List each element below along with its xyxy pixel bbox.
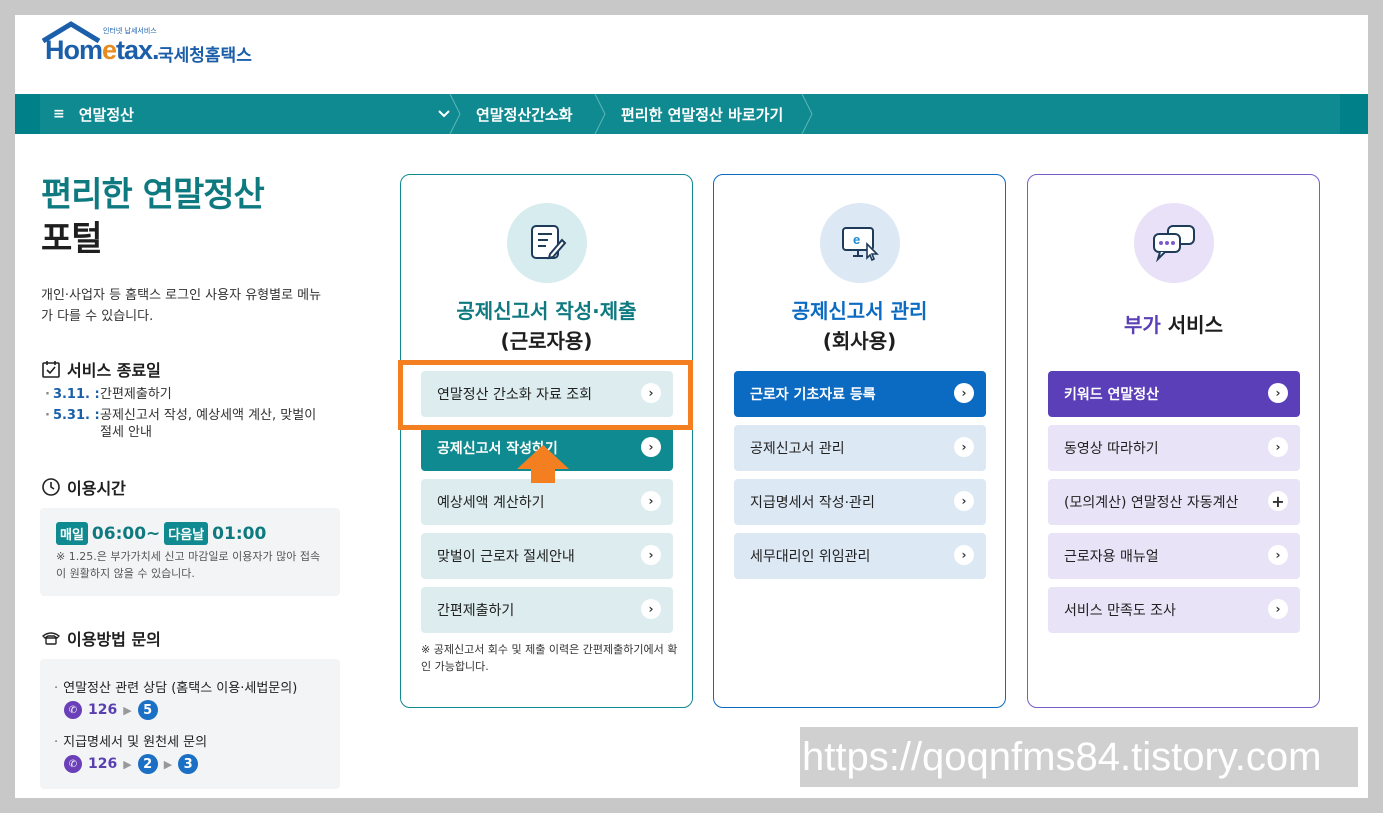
service-end-heading: 서비스 종료일 bbox=[41, 357, 161, 381]
nav-bar-inner: ≡ 연말정산 연말정산간소화 편리한 연말정산 바로가기 bbox=[40, 94, 1340, 134]
usage-time-box: 매일 06:00~ 다음날 01:00 ※ 1.25.은 부가가치세 신고 마감… bbox=[40, 508, 340, 596]
mock-calculation-button[interactable]: (모의계산) 연말정산 자동계산 + bbox=[1048, 479, 1300, 525]
card-employee-deduction: 공제신고서 작성·제출 (근로자용) 연말정산 간소화 자료 조회 › 공제신고서… bbox=[400, 174, 693, 708]
payment-statement-button[interactable]: 지급명세서 작성·관리 › bbox=[734, 479, 986, 525]
chevron-right-icon: › bbox=[1268, 437, 1288, 457]
daily-badge: 매일 bbox=[56, 522, 88, 545]
inquiry-item-withholding: 지급명세서 및 원천세 문의 bbox=[54, 731, 207, 750]
logo-korean: 국세청홈택스 bbox=[158, 46, 252, 66]
page-title: 편리한 연말정산 포털 bbox=[41, 175, 265, 259]
chevron-right-icon: › bbox=[1268, 599, 1288, 619]
card-additional-services: 부가 서비스 키워드 연말정산 › 동영상 따라하기 › (모의계산) 연말정산 자… bbox=[1027, 174, 1320, 708]
next-day-badge: 다음날 bbox=[164, 522, 209, 545]
watermark: https://qoqnfms84.tistory.com bbox=[800, 727, 1358, 787]
phone-row-2: ✆ 126 ▶ 2 ▶ 3 bbox=[64, 754, 199, 774]
chevron-right-icon: › bbox=[954, 545, 974, 565]
breadcrumb-shortcut[interactable]: 편리한 연말정산 바로가기 bbox=[621, 94, 783, 134]
chevron-right-icon: › bbox=[641, 437, 661, 457]
arrow-right-icon: ▶ bbox=[123, 703, 132, 717]
chevron-right-icon: › bbox=[954, 491, 974, 511]
logo-brand: Hometax. bbox=[45, 35, 160, 65]
employee-manual-button[interactable]: 근로자용 매뉴얼 › bbox=[1048, 533, 1300, 579]
arrow-right-icon: ▶ bbox=[163, 757, 173, 771]
page: 인터넷 납세서비스 Hometax. 국세청홈택스 ≡ 연말정산 연말정산간소화… bbox=[15, 15, 1368, 798]
usage-time-heading: 이용시간 bbox=[41, 475, 126, 499]
page-description: 개인·사업자 등 홈택스 로그인 사용자 유형별로 메뉴가 다를 수 있습니다. bbox=[41, 288, 322, 324]
inquiry-box: 연말정산 관련 상담 (홈택스 이용·세법문의) ✆ 126 ▶ 5 지급명세서… bbox=[40, 659, 340, 789]
card-title: 공제신고서 관리 bbox=[791, 299, 928, 323]
satisfaction-survey-button[interactable]: 서비스 만족도 조사 › bbox=[1048, 587, 1300, 633]
end-time: 01:00 bbox=[212, 523, 267, 544]
estimate-tax-button[interactable]: 예상세액 계산하기 › bbox=[421, 479, 673, 525]
phone-number: 126 bbox=[88, 756, 118, 772]
chevron-right-icon: › bbox=[1268, 383, 1288, 403]
inquiry-item-year-end: 연말정산 관련 상담 (홈택스 이용·세법문의) bbox=[54, 677, 297, 696]
inquiry-heading: 이용방법 문의 bbox=[41, 626, 161, 650]
breadcrumb-separator-icon bbox=[801, 94, 813, 134]
plus-icon: + bbox=[1268, 491, 1288, 511]
phone-icon: ✆ bbox=[64, 755, 82, 773]
chevron-right-icon: › bbox=[641, 383, 661, 403]
card-subtitle: (근로자용) bbox=[500, 329, 593, 353]
service-end-list: 3.11. :간편제출하기 5.31. :공제신고서 작성, 예상세액 계산, … bbox=[45, 386, 320, 445]
chevron-right-icon: › bbox=[1268, 545, 1288, 565]
simple-submit-button[interactable]: 간편제출하기 › bbox=[421, 587, 673, 633]
tax-agent-delegation-button[interactable]: 세무대리인 위임관리 › bbox=[734, 533, 986, 579]
menu-number-badge: 5 bbox=[137, 700, 158, 720]
calendar-check-icon bbox=[42, 361, 60, 378]
register-employee-data-button[interactable]: 근로자 기초자료 등록 › bbox=[734, 371, 986, 417]
chevron-right-icon: › bbox=[641, 545, 661, 565]
nav-bar: ≡ 연말정산 연말정산간소화 편리한 연말정산 바로가기 bbox=[15, 94, 1368, 134]
chevron-right-icon: › bbox=[954, 383, 974, 403]
phone-row-1: ✆ 126 ▶ 5 bbox=[64, 700, 158, 720]
chevron-right-icon: › bbox=[954, 437, 974, 457]
arrow-right-icon: ▶ bbox=[123, 757, 132, 771]
hometax-logo[interactable]: 인터넷 납세서비스 Hometax. 국세청홈택스 bbox=[41, 21, 281, 81]
nav-menu-button[interactable]: ≡ 연말정산 bbox=[40, 94, 134, 134]
card-title: 공제신고서 작성·제출 bbox=[456, 299, 637, 323]
breadcrumb-year-end-simplified[interactable]: 연말정산간소화 bbox=[476, 94, 573, 134]
phone-icon: ✆ bbox=[64, 701, 82, 719]
card-title: 부가 서비스 bbox=[1124, 313, 1223, 337]
chat-bubbles-icon bbox=[1134, 203, 1214, 283]
document-pen-icon bbox=[507, 203, 587, 283]
manage-deduction-forms-button[interactable]: 공제신고서 관리 › bbox=[734, 425, 986, 471]
breadcrumb-separator-icon bbox=[594, 94, 606, 134]
menu-number-badge: 2 bbox=[137, 754, 158, 774]
card-subtitle: (회사용) bbox=[822, 329, 897, 353]
telephone-icon bbox=[41, 632, 61, 645]
orange-up-arrow-icon bbox=[517, 445, 569, 483]
chevron-right-icon: › bbox=[641, 599, 661, 619]
list-item: 3.11. :간편제출하기 bbox=[45, 386, 320, 403]
hamburger-icon: ≡ bbox=[53, 106, 65, 122]
svg-text:e: e bbox=[853, 232, 860, 247]
phone-number: 126 bbox=[88, 702, 118, 718]
list-item: 5.31. :공제신고서 작성, 예상세액 계산, 맞벌이 절세 안내 bbox=[45, 407, 320, 441]
usage-time-row: 매일 06:00~ 다음날 01:00 bbox=[56, 522, 266, 545]
video-guide-button[interactable]: 동영상 따라하기 › bbox=[1048, 425, 1300, 471]
clock-icon bbox=[42, 478, 60, 496]
card-company-management: e 공제신고서 관리 (회사용) 근로자 기초자료 등록 › 공제신고서 관리 › … bbox=[713, 174, 1006, 708]
monitor-click-icon: e bbox=[820, 203, 900, 283]
start-time: 06:00~ bbox=[91, 523, 161, 544]
chevron-right-icon: › bbox=[641, 491, 661, 511]
menu-number-badge: 3 bbox=[178, 754, 199, 774]
keyword-year-end-button[interactable]: 키워드 연말정산 › bbox=[1048, 371, 1300, 417]
view-simplified-data-button[interactable]: 연말정산 간소화 자료 조회 › bbox=[421, 371, 673, 417]
card-note: ※ 공제신고서 회수 및 제출 이력은 간편제출하기에서 확인 가능합니다. bbox=[421, 643, 678, 673]
nav-menu-label: 연말정산 bbox=[78, 105, 134, 124]
dual-income-guide-button[interactable]: 맞벌이 근로자 절세안내 › bbox=[421, 533, 673, 579]
usage-time-note: ※ 1.25.은 부가가치세 신고 마감일로 이용자가 많아 접속이 원활하지 … bbox=[56, 550, 321, 580]
breadcrumb-separator-icon bbox=[449, 94, 461, 134]
